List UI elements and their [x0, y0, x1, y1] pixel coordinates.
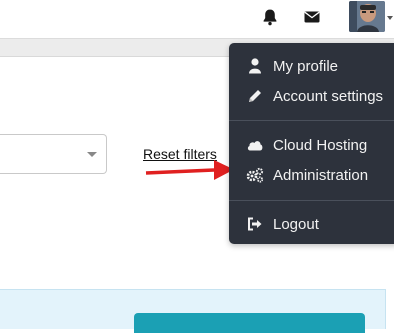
cloud-icon: [246, 136, 264, 154]
bell-icon[interactable]: [259, 6, 281, 28]
chevron-down-icon[interactable]: [387, 16, 393, 20]
sign-out-icon: [246, 215, 264, 233]
menu-item-my-profile[interactable]: My profile: [229, 53, 394, 79]
panel-action-button[interactable]: [134, 313, 365, 333]
menu-divider: [229, 120, 394, 121]
menu-divider: [229, 200, 394, 201]
user-dropdown-menu: My profile Account settings Cloud Hostin…: [229, 43, 394, 244]
reset-filters-link[interactable]: Reset filters: [143, 146, 217, 162]
pencil-icon: [246, 87, 264, 105]
menu-item-administration[interactable]: Administration: [229, 162, 394, 188]
filter-select[interactable]: [0, 134, 107, 174]
envelope-icon[interactable]: [301, 6, 323, 28]
top-navbar: [0, 0, 394, 39]
chevron-down-icon: [87, 152, 97, 157]
menu-item-logout[interactable]: Logout: [229, 211, 394, 237]
menu-item-cloud-hosting[interactable]: Cloud Hosting: [229, 132, 394, 158]
user-icon: [246, 57, 264, 75]
menu-item-account-settings[interactable]: Account settings: [229, 83, 394, 109]
user-avatar[interactable]: [349, 1, 385, 32]
gears-icon: [246, 166, 264, 184]
